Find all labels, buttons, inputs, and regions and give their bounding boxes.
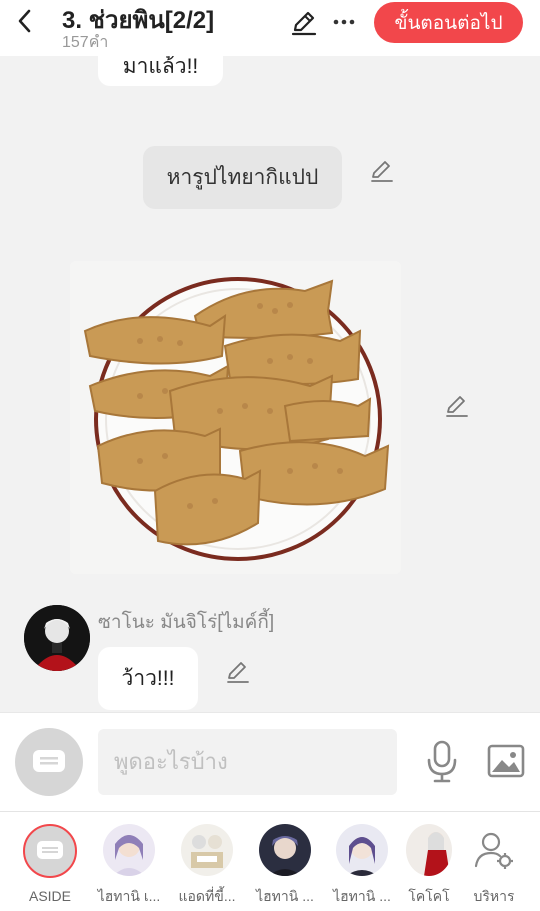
edit-image-icon[interactable] xyxy=(444,392,470,418)
character-item[interactable]: ไฮทานิ ... xyxy=(252,824,318,908)
word-count: 157คำ xyxy=(62,34,109,51)
message-bubble[interactable]: มาแล้ว!! xyxy=(98,56,223,86)
character-name: แอดที่ขี้... xyxy=(178,888,236,904)
microphone-icon xyxy=(427,740,457,783)
back-button[interactable] xyxy=(10,6,40,36)
character-name: ไฮทานิ ... xyxy=(256,888,314,904)
taiyaki-photo[interactable] xyxy=(70,261,401,574)
sender-name: ซาโนะ มันจิโร่[ไมค์กี้] xyxy=(98,612,275,633)
character-avatar xyxy=(336,824,388,876)
aside-avatar xyxy=(23,824,77,878)
chevron-left-icon xyxy=(18,9,31,33)
character-strip: ASIDE ไฮทานิ เ... แอดที่ขี้... ไฮทานิ ..… xyxy=(0,811,540,911)
user-settings-icon xyxy=(474,832,513,869)
microphone-button[interactable] xyxy=(424,739,460,785)
character-name: ไฮทานิ เ... xyxy=(97,888,161,904)
edit-reply-icon[interactable] xyxy=(225,658,251,684)
image-icon xyxy=(487,744,525,778)
top-bar: 3. ช่วยพิน[2/2] 157คำ ขั้นตอนต่อไป xyxy=(0,0,540,56)
character-avatar xyxy=(259,824,311,876)
taiyaki-image xyxy=(70,261,401,574)
reply-bubble[interactable]: ว้าว!!! xyxy=(98,647,198,710)
character-name: ASIDE xyxy=(28,888,71,904)
character-name: โคโคโ xyxy=(408,888,450,904)
chat-area[interactable]: มาแล้ว!! หารูปไทยากิแปป ซาโนะ มันจิโร่[ไ… xyxy=(0,56,540,712)
more-options-button[interactable] xyxy=(332,8,356,36)
message-input[interactable] xyxy=(98,729,397,795)
pencil-icon xyxy=(291,11,317,36)
character-avatar[interactable] xyxy=(24,605,90,671)
character-name: บริหาร xyxy=(473,888,515,904)
chat-bubble-icon xyxy=(33,750,65,772)
character-avatar xyxy=(103,824,155,876)
manage-icon-wrap xyxy=(468,824,520,876)
character-avatar xyxy=(406,824,452,876)
image-upload-button[interactable] xyxy=(486,743,526,779)
character-aside[interactable]: ASIDE xyxy=(17,824,83,904)
character-item[interactable]: ไฮทานิ เ... xyxy=(96,824,162,908)
character-item[interactable]: ไฮทานิ ... xyxy=(329,824,395,908)
character-name: ไฮทานิ ... xyxy=(333,888,391,904)
narration-bubble[interactable]: หารูปไทยากิแปป xyxy=(143,146,342,209)
aside-toggle-button[interactable] xyxy=(15,728,83,796)
edit-message-icon[interactable] xyxy=(369,157,395,183)
message-input-bar xyxy=(0,712,540,811)
chat-bubble-icon xyxy=(37,841,63,859)
character-item[interactable]: โคโคโ xyxy=(406,824,452,908)
character-item[interactable]: แอดที่ขี้... xyxy=(174,824,240,908)
avatar-image xyxy=(24,605,90,671)
edit-title-button[interactable] xyxy=(290,8,318,36)
manage-characters-button[interactable]: บริหาร xyxy=(461,824,527,908)
character-avatar xyxy=(181,824,233,876)
more-dots-icon xyxy=(333,19,355,25)
next-step-button[interactable]: ขั้นตอนต่อไป xyxy=(374,2,523,43)
